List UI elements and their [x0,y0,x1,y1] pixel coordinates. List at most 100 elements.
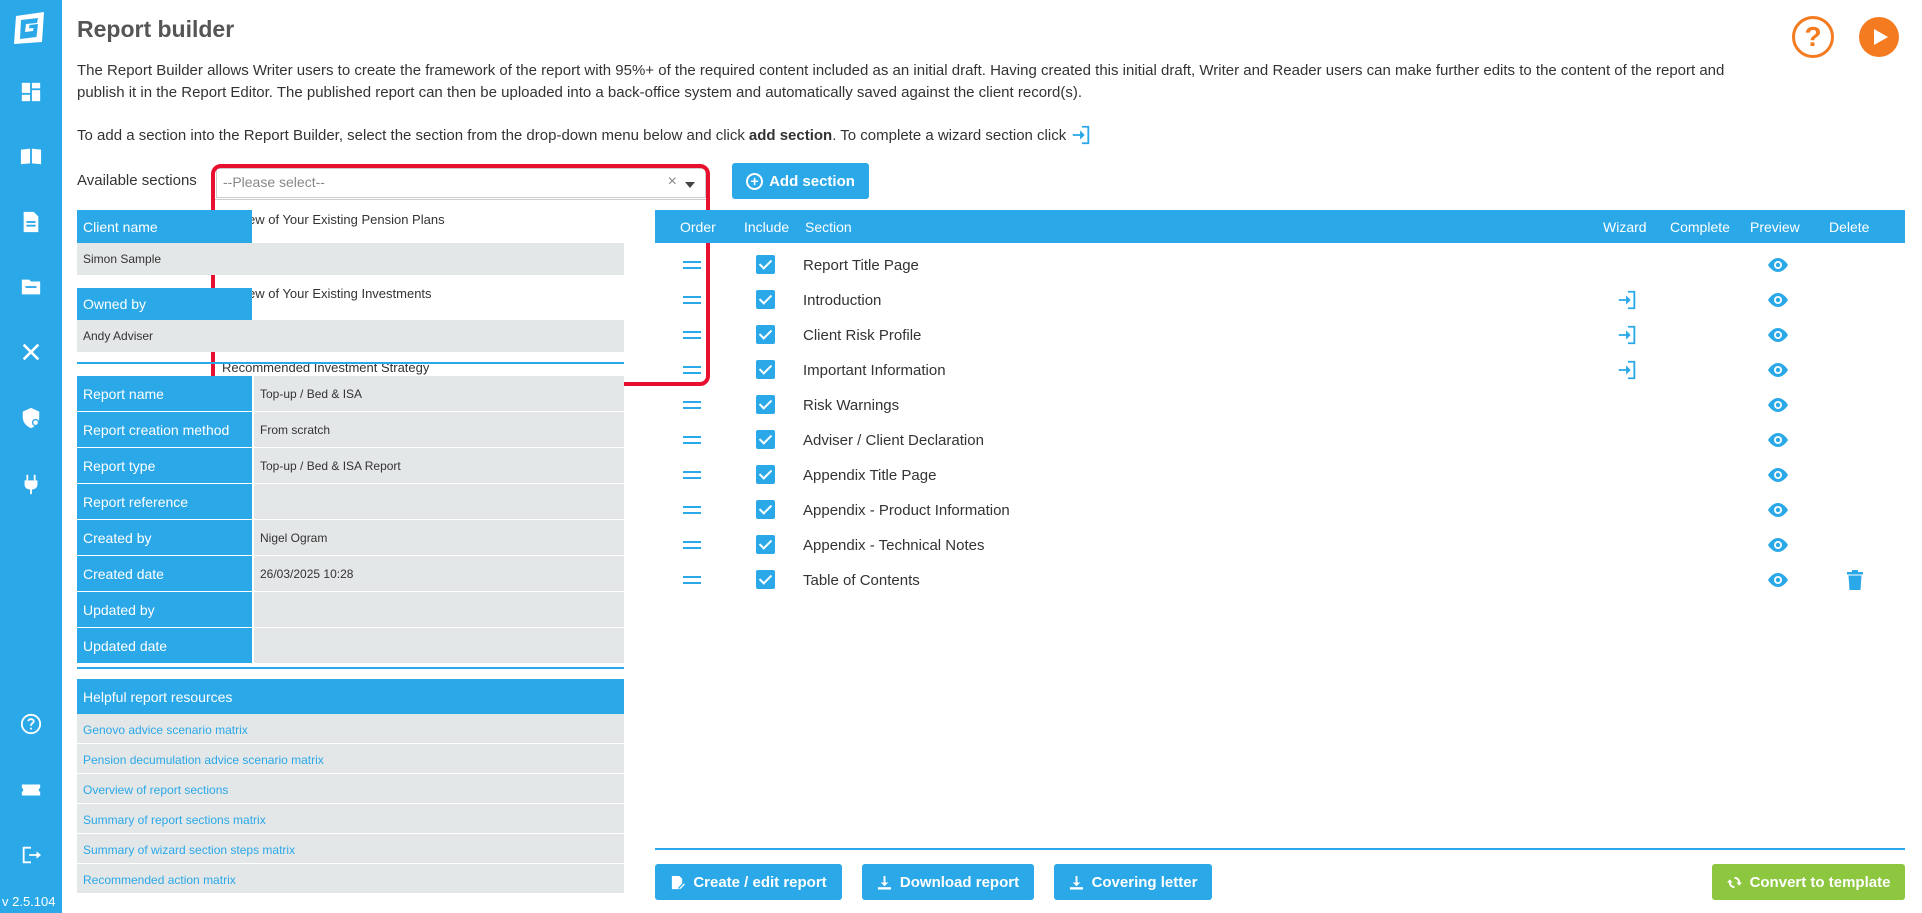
col-complete: Complete [1670,219,1730,235]
plug-icon[interactable] [19,472,43,496]
section-name: Important Information [803,362,946,379]
edit-document-icon [672,875,686,889]
divider [655,848,1905,850]
client-name-row: Client name [77,210,624,243]
resource-link[interactable]: Genovo advice scenario matrix [77,714,624,744]
eye-icon[interactable] [1767,361,1789,379]
table-row: Report Title Page [655,248,1905,283]
eye-icon[interactable] [1767,291,1789,309]
resource-link[interactable]: Summary of report sections matrix [77,804,624,834]
refresh-icon [1726,876,1742,888]
drag-handle-icon[interactable] [683,261,701,273]
instruction-text-end: . To complete a wizard section click [832,126,1067,144]
app-logo[interactable] [12,10,48,46]
report-info-label: Created by [77,520,252,555]
drag-handle-icon[interactable] [683,296,701,308]
trash-icon[interactable] [1846,570,1864,590]
owned-by-value: Andy Adviser [77,320,624,352]
table-row: Client Risk Profile [655,318,1905,353]
wizard-enter-icon[interactable] [1616,359,1638,381]
download-report-button[interactable]: Download report [862,864,1034,900]
book-icon[interactable] [19,144,43,168]
folder-icon[interactable] [19,275,43,299]
wizard-enter-icon[interactable] [1616,324,1638,346]
create-edit-report-button[interactable]: Create / edit report [655,864,842,900]
add-section-button[interactable]: + Add section [732,163,869,199]
clear-icon[interactable]: × [668,173,677,191]
instruction-text: To add a section into the Report Builder… [77,126,745,144]
intro-instruction: To add a section into the Report Builder… [77,124,1092,146]
eye-icon[interactable] [1767,396,1789,414]
section-name: Appendix Title Page [803,467,937,484]
drag-handle-icon[interactable] [683,331,701,343]
report-info-value [252,628,624,663]
tools-icon[interactable] [19,340,43,364]
include-checkbox[interactable] [756,360,775,379]
include-checkbox[interactable] [756,290,775,309]
report-info-label: Updated date [77,628,252,663]
covering-letter-button[interactable]: Covering letter [1054,864,1212,900]
shield-icon[interactable] [19,406,43,430]
download-label: Download report [899,873,1020,891]
resource-link[interactable]: Overview of report sections [77,774,624,804]
eye-icon[interactable] [1767,466,1789,484]
table-row: Introduction [655,283,1905,318]
section-name: Report Title Page [803,257,919,274]
play-video-button[interactable] [1859,17,1899,57]
document-icon[interactable] [19,210,43,234]
covering-letter-label: Covering letter [1091,873,1198,891]
include-checkbox[interactable] [756,535,775,554]
drag-handle-icon[interactable] [683,576,701,588]
report-info-value [252,592,624,627]
col-wizard: Wizard [1603,219,1647,235]
resource-link[interactable]: Recommended action matrix [77,864,624,894]
create-edit-label: Create / edit report [693,873,827,891]
download-icon [877,875,891,890]
drag-handle-icon[interactable] [683,366,701,378]
include-checkbox[interactable] [756,325,775,344]
drag-handle-icon[interactable] [683,541,701,553]
dashboard-icon[interactable] [19,80,43,104]
resource-link[interactable]: Pension decumulation advice scenario mat… [77,744,624,774]
chevron-down-icon[interactable] [685,182,695,188]
report-info-label: Created date [77,556,252,591]
eye-icon[interactable] [1767,571,1789,589]
plus-circle-icon: + [746,172,764,190]
intro-paragraph: The Report Builder allows Writer users t… [77,62,1725,101]
table-row: Important Information [655,353,1905,388]
wizard-enter-icon[interactable] [1616,289,1638,311]
include-checkbox[interactable] [756,255,775,274]
col-include: Include [744,219,790,235]
col-section: Section [805,219,852,235]
report-info-value: Top-up / Bed & ISA Report [252,448,624,483]
report-info-row: Created by Nigel Ogram [77,520,624,555]
report-info-value: 26/03/2025 10:28 [252,556,624,591]
eye-icon[interactable] [1767,256,1789,274]
help-button[interactable]: ? [1792,16,1834,58]
eye-icon[interactable] [1767,536,1789,554]
resource-link[interactable]: Summary of wizard section steps matrix [77,834,624,864]
eye-icon[interactable] [1767,326,1789,344]
play-icon [1873,29,1888,45]
drag-handle-icon[interactable] [683,471,701,483]
include-checkbox[interactable] [756,500,775,519]
drag-handle-icon[interactable] [683,436,701,448]
drag-handle-icon[interactable] [683,506,701,518]
drag-handle-icon[interactable] [683,401,701,413]
include-checkbox[interactable] [756,395,775,414]
include-checkbox[interactable] [756,465,775,484]
eye-icon[interactable] [1767,501,1789,519]
ticket-icon[interactable] [19,778,43,802]
col-preview: Preview [1750,219,1800,235]
section-name: Appendix - Product Information [803,502,1010,519]
logout-icon[interactable] [19,843,43,867]
help-circle-icon[interactable] [19,712,43,736]
include-checkbox[interactable] [756,570,775,589]
convert-to-template-button[interactable]: Convert to template [1712,864,1905,900]
available-sections-select[interactable]: --Please select-- × [216,168,706,198]
eye-icon[interactable] [1767,431,1789,449]
report-info-row: Report reference [77,484,624,519]
include-checkbox[interactable] [756,430,775,449]
sections-table-header: Order Include Section Wizard Complete Pr… [655,210,1905,243]
report-info-row: Updated by [77,592,624,627]
